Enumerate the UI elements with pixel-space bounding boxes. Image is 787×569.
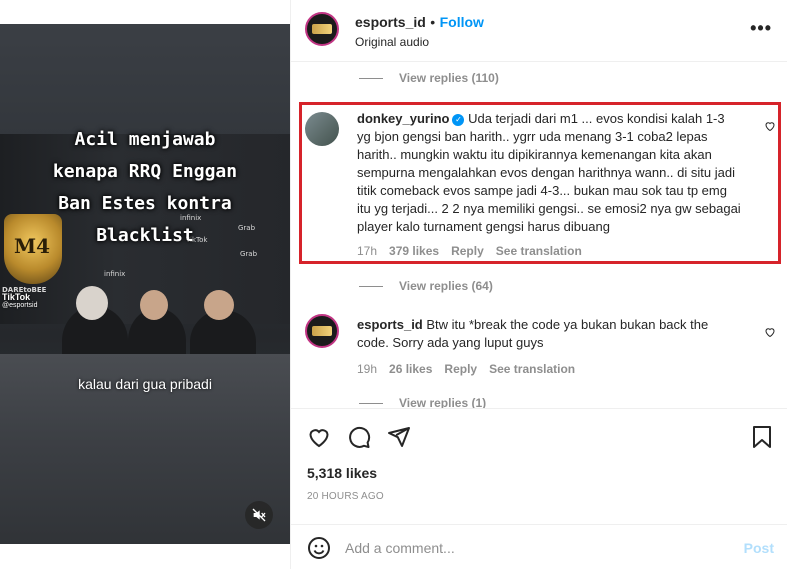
add-comment-bar: Post: [291, 524, 787, 569]
like-comment-heart-icon[interactable]: [764, 120, 776, 132]
separator-dot: •: [430, 14, 436, 30]
reply-button[interactable]: Reply: [444, 362, 477, 376]
view-replies-button[interactable]: View replies (64): [359, 279, 493, 293]
like-heart-icon[interactable]: [307, 425, 331, 449]
video-overlay-title: Acil menjawab kenapa RRQ Enggan Ban Este…: [52, 129, 238, 246]
comment-body: Uda terjadi dari m1 ... evos kondisi kal…: [357, 111, 741, 234]
replies-divider: [359, 402, 383, 404]
replies-divider: [359, 77, 383, 79]
comment-text: esports_id Btw itu *break the code ya bu…: [357, 316, 741, 352]
view-replies-button[interactable]: View replies (110): [359, 71, 499, 85]
player-head: [140, 290, 168, 320]
verified-badge-icon: ✓: [452, 114, 465, 126]
video-pane: infinix Grab TikTok Grab infinix DAREtoB…: [0, 0, 290, 569]
comment-likes[interactable]: 379 likes: [389, 244, 439, 258]
share-send-icon[interactable]: [387, 425, 411, 449]
see-translation-button[interactable]: See translation: [496, 244, 582, 258]
replies-divider: [359, 285, 383, 287]
reel-video[interactable]: infinix Grab TikTok Grab infinix DAREtoB…: [0, 24, 290, 544]
comment-meta: 17h 379 likes Reply See translation: [357, 244, 582, 258]
post-comment-button[interactable]: Post: [744, 540, 774, 556]
audio-label[interactable]: Original audio: [355, 35, 429, 49]
comment-text: donkey_yurino ✓ Uda terjadi dari m1 ... e…: [357, 110, 741, 236]
comments-list[interactable]: View replies (110) donkey_yurino ✓ Uda te…: [291, 62, 787, 408]
avatar[interactable]: [305, 112, 339, 146]
comment-meta: 19h 26 likes Reply See translation: [357, 362, 575, 376]
sponsor-logo: infinix: [104, 270, 126, 278]
see-translation-button[interactable]: See translation: [489, 362, 575, 376]
comment-item: esports_id Btw itu *break the code ya bu…: [291, 314, 787, 384]
player-head: [204, 290, 234, 320]
avatar[interactable]: [305, 314, 339, 348]
like-count[interactable]: 5,318 likes: [307, 465, 377, 481]
comment-input[interactable]: [345, 537, 725, 559]
comment-age: 19h: [357, 362, 378, 376]
reply-button[interactable]: Reply: [451, 244, 484, 258]
video-subtitle: kalau dari gua pribadi: [78, 376, 212, 392]
tiktok-watermark: TikTok @esportsid: [2, 292, 38, 309]
post-author-username[interactable]: esports_id: [355, 14, 426, 30]
comment-username[interactable]: donkey_yurino: [357, 111, 449, 126]
header-user-line: esports_id • Follow: [355, 14, 484, 32]
post-header: esports_id • Follow Original audio •••: [291, 0, 787, 62]
mute-button[interactable]: [245, 501, 273, 529]
more-options-icon[interactable]: •••: [750, 18, 772, 39]
comment-bubble-icon[interactable]: [347, 425, 371, 449]
avatar[interactable]: [305, 12, 339, 46]
save-bookmark-icon[interactable]: [751, 425, 773, 449]
post-timestamp: 20 HOURS AGO: [307, 491, 384, 502]
speaker-muted-icon: [252, 508, 266, 522]
follow-button[interactable]: Follow: [440, 14, 484, 30]
player-head: [76, 286, 108, 320]
post-actions: 5,318 likes 20 HOURS AGO: [291, 408, 787, 508]
comment-likes[interactable]: 26 likes: [389, 362, 432, 376]
like-comment-heart-icon[interactable]: [764, 326, 776, 338]
comment-username[interactable]: esports_id: [357, 317, 423, 332]
emoji-icon[interactable]: [307, 536, 331, 560]
post-detail-pane: esports_id • Follow Original audio ••• V…: [290, 0, 787, 569]
comment-age: 17h: [357, 244, 378, 258]
view-replies-button[interactable]: View replies (1): [359, 396, 486, 408]
comment-item: donkey_yurino ✓ Uda terjadi dari m1 ... e…: [291, 108, 787, 258]
